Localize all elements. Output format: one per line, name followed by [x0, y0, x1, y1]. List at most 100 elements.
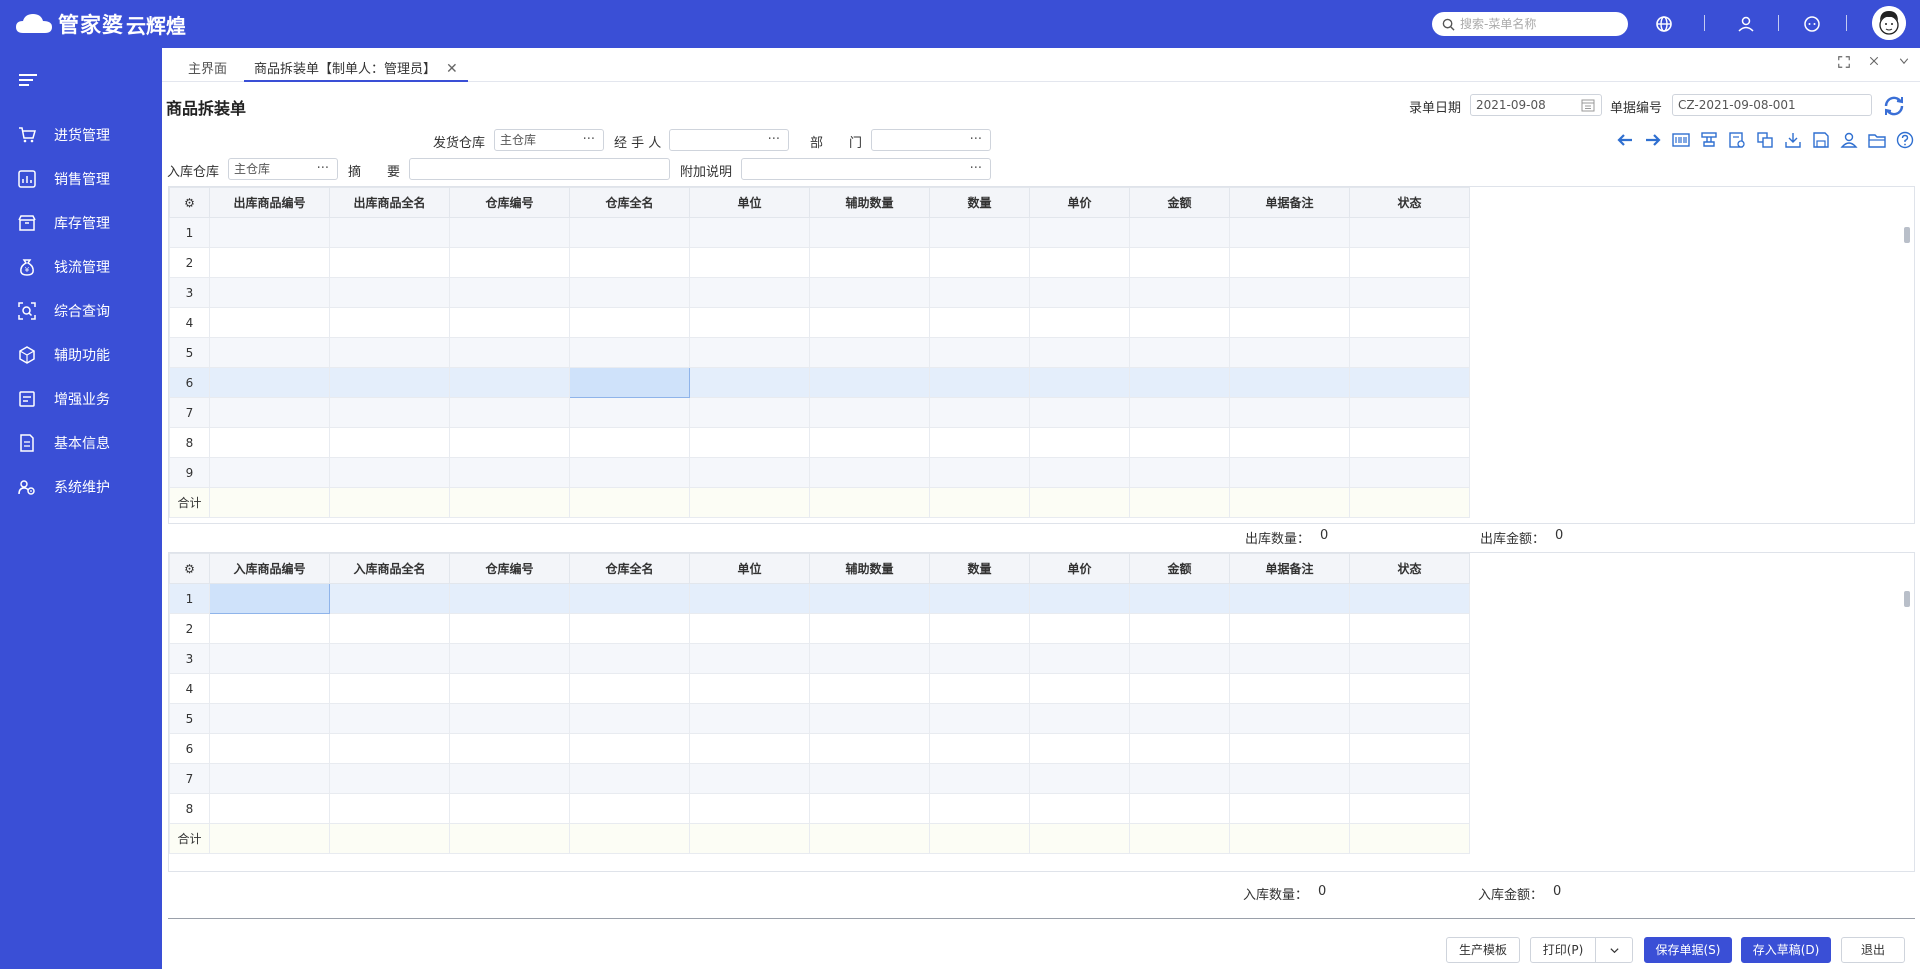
save-draft-button[interactable]: 存入草稿(D) [1741, 937, 1831, 963]
column-header[interactable]: 仓库编号 [449, 553, 570, 584]
table-cell[interactable] [929, 703, 1030, 734]
table-cell[interactable] [1129, 367, 1230, 398]
number-field[interactable]: CZ-2021-09-08-001 [1672, 94, 1872, 116]
table-cell[interactable] [569, 703, 690, 734]
table-cell[interactable] [1349, 673, 1470, 704]
table-cell[interactable] [1229, 337, 1350, 368]
column-header[interactable]: 状态 [1349, 187, 1470, 218]
column-header[interactable]: 金额 [1129, 187, 1230, 218]
table-cell[interactable] [809, 763, 930, 794]
table-cell[interactable] [1349, 583, 1470, 614]
table-cell[interactable] [449, 397, 570, 428]
table-cell[interactable] [569, 643, 690, 674]
table-cell[interactable] [1029, 367, 1130, 398]
table-cell[interactable] [929, 427, 1030, 458]
sidebar-item-system[interactable]: 系统维护 [0, 465, 162, 509]
table-cell[interactable] [929, 307, 1030, 338]
table-cell[interactable] [329, 337, 450, 368]
table-row[interactable]: 6 [169, 733, 1470, 764]
table-cell[interactable] [1349, 457, 1470, 488]
table-cell[interactable] [449, 613, 570, 644]
table-cell[interactable] [1129, 337, 1230, 368]
globe-icon[interactable] [1654, 14, 1674, 34]
stamp-icon[interactable] [1700, 131, 1718, 149]
table-cell[interactable] [1349, 427, 1470, 458]
table-cell[interactable] [1129, 217, 1230, 248]
table-cell[interactable] [449, 583, 570, 614]
table-row[interactable]: 7 [169, 397, 1470, 428]
barcode-icon[interactable] [1672, 131, 1690, 149]
column-header[interactable]: 辅助数量 [809, 187, 930, 218]
table-row[interactable]: 2 [169, 247, 1470, 278]
table-cell[interactable] [329, 457, 450, 488]
save-button[interactable]: 保存单据(S) [1644, 937, 1732, 963]
column-header[interactable]: 仓库全名 [569, 553, 690, 584]
table-cell[interactable] [809, 217, 930, 248]
table-cell[interactable] [329, 583, 450, 614]
sidebar-item-query[interactable]: 综合查询 [0, 289, 162, 333]
column-header[interactable]: 单据备注 [1229, 187, 1350, 218]
table-cell[interactable] [1029, 643, 1130, 674]
table-cell[interactable] [1129, 583, 1230, 614]
table-cell[interactable] [209, 427, 330, 458]
table-cell[interactable] [1229, 307, 1350, 338]
table-cell[interactable] [569, 307, 690, 338]
table-cell[interactable] [1229, 217, 1350, 248]
table-cell[interactable] [449, 703, 570, 734]
table-row[interactable]: 3 [169, 643, 1470, 674]
table-cell[interactable] [809, 583, 930, 614]
table-cell[interactable] [449, 643, 570, 674]
table-cell[interactable] [929, 337, 1030, 368]
table-cell[interactable] [929, 247, 1030, 278]
scrollbar-thumb[interactable] [1904, 591, 1910, 607]
table-row[interactable]: 4 [169, 307, 1470, 338]
table-cell[interactable] [1229, 733, 1350, 764]
column-header[interactable]: 入库商品全名 [329, 553, 450, 584]
table-cell[interactable] [689, 307, 810, 338]
table-row[interactable]: 7 [169, 763, 1470, 794]
table-cell[interactable] [929, 733, 1030, 764]
table-cell[interactable] [1229, 763, 1350, 794]
close-icon[interactable]: ✕ [446, 61, 458, 77]
column-header[interactable]: 辅助数量 [809, 553, 930, 584]
table-cell[interactable] [449, 793, 570, 824]
table-cell[interactable] [689, 277, 810, 308]
column-header[interactable]: 出库商品编号 [209, 187, 330, 218]
table-cell[interactable] [689, 613, 810, 644]
table-cell[interactable] [1129, 733, 1230, 764]
column-header[interactable]: 单价 [1029, 553, 1130, 584]
table-cell[interactable] [929, 457, 1030, 488]
table-cell[interactable] [449, 673, 570, 704]
date-field[interactable]: 2021-09-08 [1470, 94, 1602, 116]
table-cell[interactable] [1029, 613, 1130, 644]
column-header[interactable]: 金额 [1129, 553, 1230, 584]
table-row[interactable]: 1 [169, 217, 1470, 248]
table-cell[interactable] [569, 793, 690, 824]
table-cell[interactable] [1029, 397, 1130, 428]
table-cell[interactable] [1029, 307, 1130, 338]
table-cell[interactable] [1029, 583, 1130, 614]
note-field[interactable]: ··· [741, 158, 991, 180]
table-cell[interactable] [1129, 643, 1230, 674]
table-row[interactable]: 5 [169, 337, 1470, 368]
table-cell[interactable] [329, 427, 450, 458]
arrow-left-icon[interactable] [1616, 131, 1634, 149]
table-cell[interactable] [449, 277, 570, 308]
grid-settings-icon[interactable]: ⚙ [169, 187, 210, 218]
table-cell[interactable] [1129, 427, 1230, 458]
table-cell[interactable] [689, 217, 810, 248]
exit-button[interactable]: 退出 [1841, 937, 1905, 963]
table-cell[interactable] [689, 247, 810, 278]
user-switch-icon[interactable] [1736, 14, 1756, 34]
table-cell[interactable] [929, 673, 1030, 704]
table-cell[interactable] [1129, 613, 1230, 644]
table-row[interactable]: 9 [169, 457, 1470, 488]
table-cell[interactable] [209, 613, 330, 644]
grid-settings-icon[interactable]: ⚙ [169, 553, 210, 584]
template-button[interactable]: 生产模板 [1446, 937, 1520, 963]
table-row[interactable]: 8 [169, 793, 1470, 824]
print-button[interactable]: 打印(P) [1530, 937, 1596, 963]
table-cell[interactable] [929, 793, 1030, 824]
table-cell[interactable] [689, 703, 810, 734]
more-icon[interactable]: ··· [317, 159, 329, 179]
